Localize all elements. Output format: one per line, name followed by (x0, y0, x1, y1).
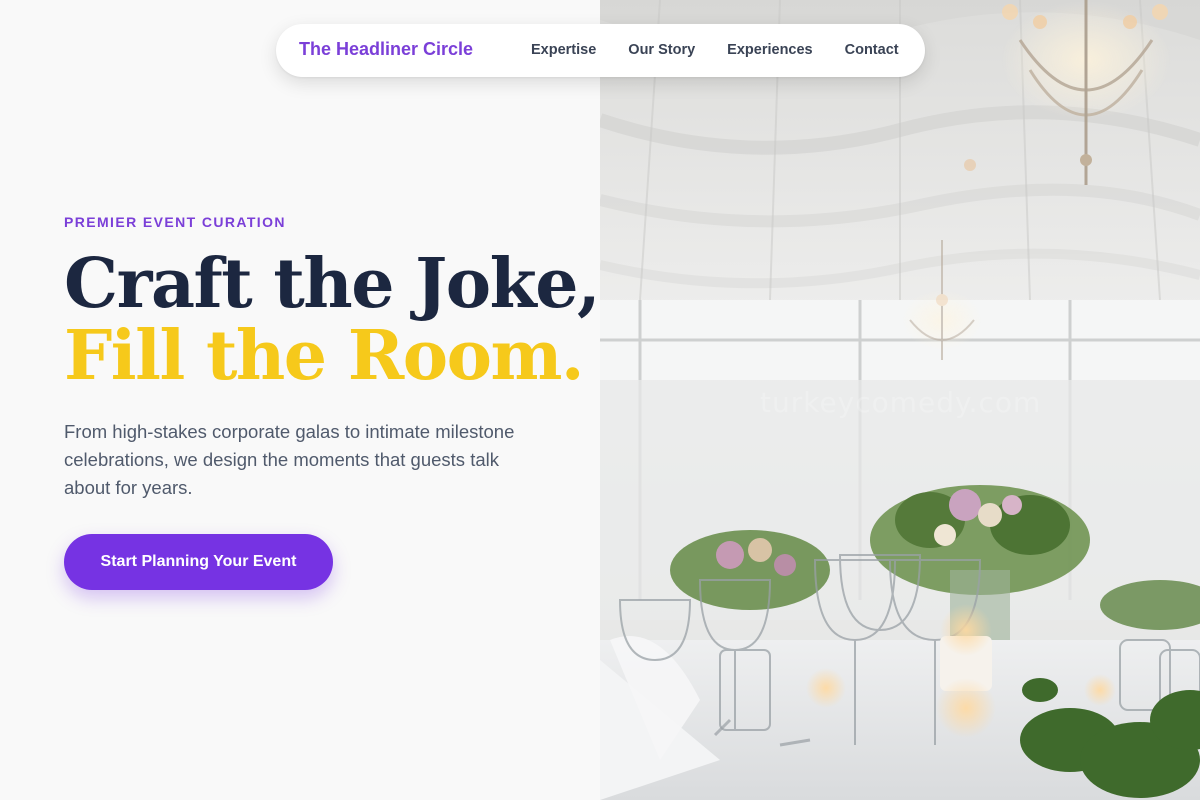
top-navigation: The Headliner Circle Expertise Our Story… (276, 24, 925, 77)
nav-link-experiences[interactable]: Experiences (727, 42, 812, 58)
nav-link-our-story[interactable]: Our Story (628, 42, 695, 58)
headline-line-1: Craft the Joke, (64, 244, 601, 324)
hero-headline: Craft the Joke, Fill the Room. (64, 244, 601, 396)
hero-image-banquet: turkeycomedy.com (600, 0, 1200, 800)
photo-watermark: turkeycomedy.com (760, 386, 1042, 419)
start-planning-button[interactable]: Start Planning Your Event (64, 534, 333, 590)
brand-logo-link[interactable]: The Headliner Circle (299, 39, 473, 60)
landing-page: turkeycomedy.com The Headliner Circle Ex… (0, 0, 1200, 800)
hero-eyebrow: PREMIER EVENT CURATION (64, 214, 286, 230)
headline-line-2: Fill the Room. (64, 316, 585, 396)
nav-link-expertise[interactable]: Expertise (531, 42, 596, 58)
nav-links: Expertise Our Story Experiences Contact (531, 42, 899, 58)
hero-description: From high-stakes corporate galas to inti… (64, 421, 515, 498)
nav-link-contact[interactable]: Contact (845, 42, 899, 58)
